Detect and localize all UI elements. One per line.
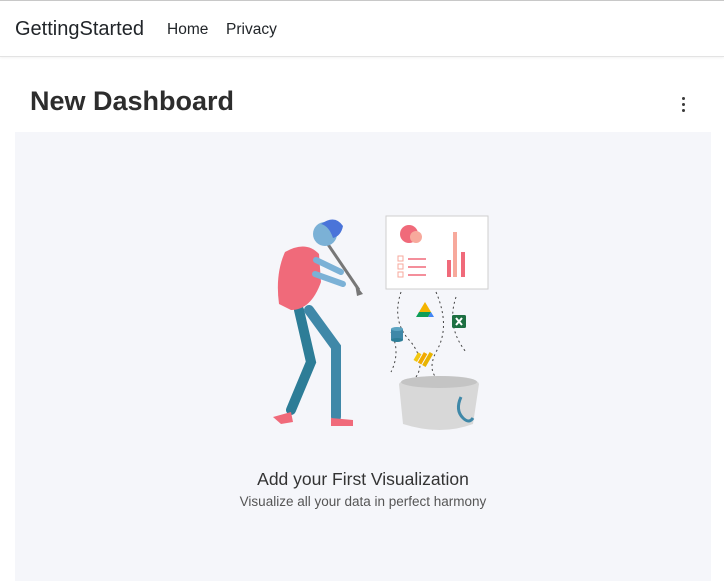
brand-link[interactable]: GettingStarted — [15, 18, 144, 41]
page-title: New Dashboard — [30, 86, 235, 116]
empty-state-illustration — [273, 215, 489, 430]
dashboard-canvas: Add your First Visualization Visualize a… — [15, 132, 711, 581]
google-drive-icon — [416, 302, 434, 317]
cauldron-illustration — [399, 376, 479, 430]
chart-board-illustration — [385, 215, 489, 290]
nav-home-link[interactable]: Home — [167, 21, 208, 39]
more-vertical-icon[interactable] — [672, 92, 694, 116]
person-illustration — [273, 219, 363, 426]
empty-state-subtitle: Visualize all your data in perfect harmo… — [239, 494, 487, 509]
top-navbar: GettingStarted Home Privacy — [0, 0, 724, 57]
excel-icon — [452, 315, 466, 328]
empty-state-title: Add your First Visualization — [257, 469, 469, 489]
database-icon — [391, 327, 403, 342]
nav-privacy-link[interactable]: Privacy — [226, 21, 277, 39]
power-bi-icon — [413, 352, 434, 367]
